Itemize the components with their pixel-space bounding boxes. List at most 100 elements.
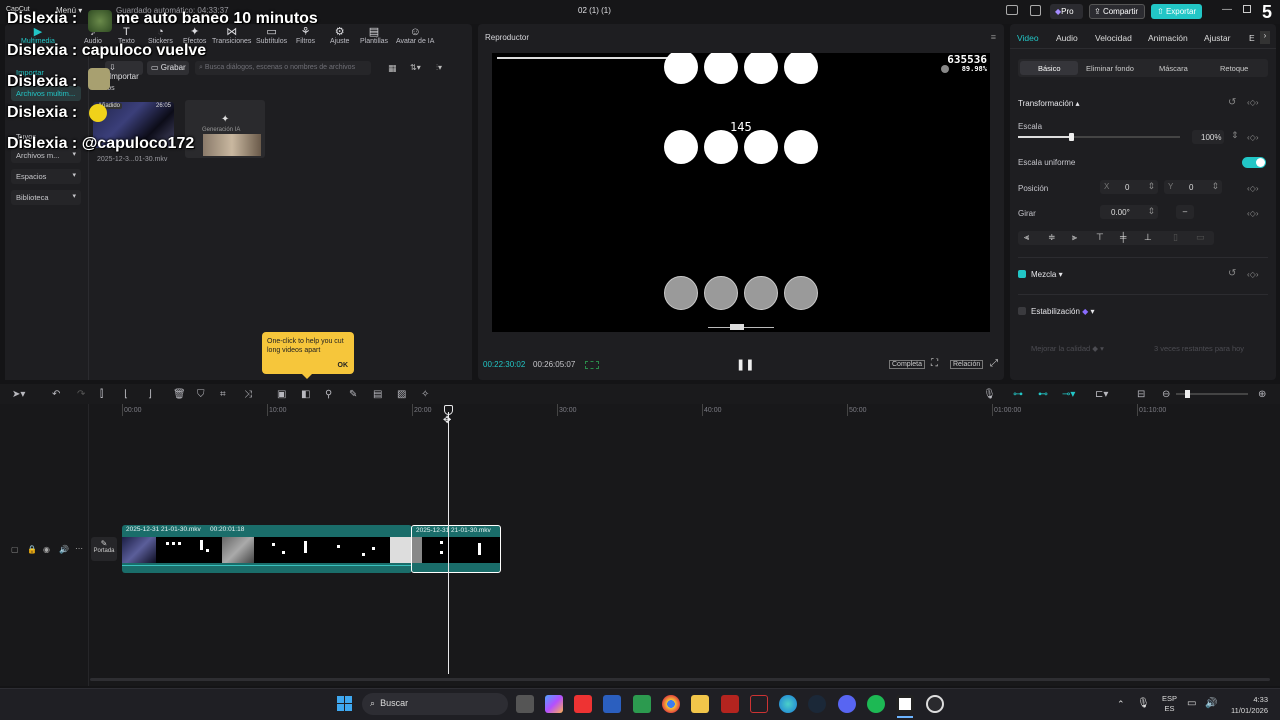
redo-icon[interactable]: ↷	[77, 389, 85, 400]
freeze-icon[interactable]: ▣	[277, 389, 286, 400]
ai-tool-icon[interactable]: ✧	[421, 389, 429, 400]
tab-more[interactable]: E	[1249, 33, 1255, 43]
youtube-icon[interactable]	[574, 695, 592, 713]
record-button[interactable]: ▭ Grabar	[147, 61, 189, 75]
tab-video[interactable]: Video	[1017, 33, 1039, 43]
minimize-button[interactable]: —	[1222, 4, 1232, 15]
select-tool-icon[interactable]: ➤▾	[12, 389, 25, 400]
volume-icon[interactable]: 🔊	[1205, 698, 1217, 709]
split-left-icon[interactable]: ⌊	[124, 389, 128, 400]
caption-icon[interactable]: ▤	[373, 389, 382, 400]
search-input[interactable]: ⌕ Busca diálogos, escenas o nombres de a…	[195, 61, 371, 75]
mirror-icon[interactable]: ◧	[301, 389, 310, 400]
track-toggle-icon[interactable]: ▢	[11, 545, 19, 554]
align-top-icon[interactable]: ⊤	[1096, 232, 1104, 243]
split-icon[interactable]: ⫿	[100, 389, 103, 400]
lock-icon[interactable]: 🔒	[27, 545, 37, 554]
fit-button[interactable]: Completa	[889, 360, 925, 369]
toolbox-adjust-button[interactable]: ⚙ Ajuste	[330, 26, 349, 45]
scale-slider-handle[interactable]	[1068, 133, 1074, 141]
reset-icon[interactable]: ↺	[1228, 97, 1236, 108]
align-middle-icon[interactable]: ╪	[1120, 232, 1126, 242]
spotify-icon[interactable]	[867, 695, 885, 713]
more-icon[interactable]: ⋯	[75, 544, 83, 553]
sort-icon[interactable]: ⇅▾	[410, 63, 421, 72]
playhead-handle[interactable]	[444, 405, 453, 415]
undo-icon[interactable]: ↶	[52, 389, 60, 400]
cover-button[interactable]: ✎ Portada	[91, 537, 117, 561]
align-right-icon[interactable]: ⫸	[1072, 232, 1077, 243]
preview-axis-icon[interactable]: ⊏▾	[1095, 389, 1108, 400]
share-button[interactable]: ⇪ Compartir	[1089, 4, 1145, 19]
flip-v-icon[interactable]: ▭	[1196, 232, 1205, 243]
timeline-scrollbar[interactable]	[90, 678, 1270, 681]
toolbox-avatar-button[interactable]: ☺ Avatar de IA	[396, 26, 434, 45]
link-icon[interactable]: ⊶	[1013, 389, 1023, 400]
chevron-up-icon[interactable]: ⌃	[1117, 699, 1125, 710]
steam-icon[interactable]	[808, 695, 826, 713]
rotate-reset-button[interactable]: –	[1176, 205, 1194, 219]
subtab-retouch[interactable]: Retoque	[1220, 64, 1248, 73]
tab-adjust[interactable]: Ajustar	[1204, 33, 1230, 43]
subtab-mask[interactable]: Máscara	[1159, 64, 1188, 73]
image-icon[interactable]: ▨	[397, 389, 406, 400]
fullscreen-icon[interactable]: ⤢	[990, 358, 998, 369]
eye-icon[interactable]: ◉	[43, 545, 50, 554]
filter-icon[interactable]: ⫶▾	[436, 63, 442, 73]
magic-icon[interactable]: ✎	[349, 389, 357, 400]
network-icon[interactable]: ▭	[1187, 698, 1196, 709]
pause-button[interactable]: ❚❚	[736, 358, 754, 371]
microphone-icon[interactable]: 🎙	[1137, 698, 1150, 709]
toolbox-filter-button[interactable]: ⚘ Filtros	[296, 26, 315, 45]
stepper-icon[interactable]: ⇕	[1147, 181, 1155, 192]
auto-reframe-icon[interactable]: ⤨	[244, 389, 252, 400]
task-view-icon[interactable]	[516, 695, 534, 713]
word-icon[interactable]	[603, 695, 621, 713]
stepper-icon[interactable]: ⇕	[1231, 130, 1239, 141]
discord-icon[interactable]	[838, 695, 856, 713]
keyframe-icon[interactable]: ‹◇›	[1247, 209, 1258, 218]
video-preview[interactable]: 635536 89.98% 145	[492, 53, 990, 332]
toolbox-captions-button[interactable]: ▭ Subtítulos	[256, 26, 287, 45]
sidebar-spaces[interactable]: Espacios ▾	[11, 169, 81, 184]
capcut-icon[interactable]	[896, 695, 914, 713]
grid-view-icon[interactable]: ▦	[388, 63, 397, 74]
filezilla-icon[interactable]	[721, 695, 739, 713]
position-x-input[interactable]: X 0 ⇕	[1100, 180, 1158, 194]
copilot-icon[interactable]	[545, 695, 563, 713]
taskbar-search[interactable]: ⌕ Buscar	[362, 693, 508, 715]
crop-tool-icon[interactable]: ⌗	[220, 389, 226, 400]
subtab-remove-bg[interactable]: Eliminar fondo	[1086, 64, 1134, 73]
zoom-out-icon[interactable]: ⊖	[1162, 389, 1170, 400]
caption-track-icon[interactable]: ⊟	[1137, 389, 1145, 400]
timeline-clip-selected[interactable]: 2025-12-31 21-01-30.mkv	[411, 525, 501, 573]
language-indicator[interactable]: ESP ES	[1162, 694, 1177, 714]
tab-animation[interactable]: Animación	[1148, 33, 1188, 43]
keyframe-icon[interactable]: ‹◇›	[1247, 184, 1258, 193]
chevron-right-icon[interactable]: ›	[1260, 31, 1270, 44]
toolbox-templates-button[interactable]: ▤ Plantillas	[360, 26, 388, 45]
layout-icon[interactable]	[1006, 5, 1018, 15]
position-y-input[interactable]: Y 0 ⇕	[1164, 180, 1222, 194]
toolbox-transition-button[interactable]: ⋈ Transiciones	[212, 26, 251, 45]
tooltip-ok-button[interactable]: OK	[338, 362, 349, 369]
uniform-scale-toggle[interactable]	[1242, 157, 1266, 168]
align-center-icon[interactable]: ≑	[1048, 232, 1056, 243]
speaker-icon[interactable]: 🔊	[59, 545, 69, 554]
scale-slider-track[interactable]	[1018, 133, 1180, 141]
flip-icon[interactable]: ▯	[1173, 232, 1178, 243]
tab-audio[interactable]: Audio	[1056, 33, 1078, 43]
import-button[interactable]: ⇩ Importar	[105, 61, 143, 81]
zoom-slider[interactable]	[1176, 390, 1248, 398]
scale-input[interactable]: 100%	[1192, 130, 1224, 144]
chrome-icon[interactable]	[662, 695, 680, 713]
windows-start-icon[interactable]	[337, 696, 353, 712]
marker-icon[interactable]: ⛉	[197, 389, 205, 400]
rotate-input[interactable]: 0.00° ⇕	[1100, 205, 1158, 219]
ratio-button[interactable]: Relación	[950, 360, 984, 369]
subtab-basic[interactable]: Básico	[1038, 64, 1061, 73]
keyframe-icon[interactable]: ‹◇›	[1247, 98, 1258, 107]
shortcuts-icon[interactable]	[1030, 5, 1041, 16]
align-bottom-icon[interactable]: ⊥	[1144, 232, 1152, 243]
osu-icon[interactable]	[926, 695, 944, 713]
